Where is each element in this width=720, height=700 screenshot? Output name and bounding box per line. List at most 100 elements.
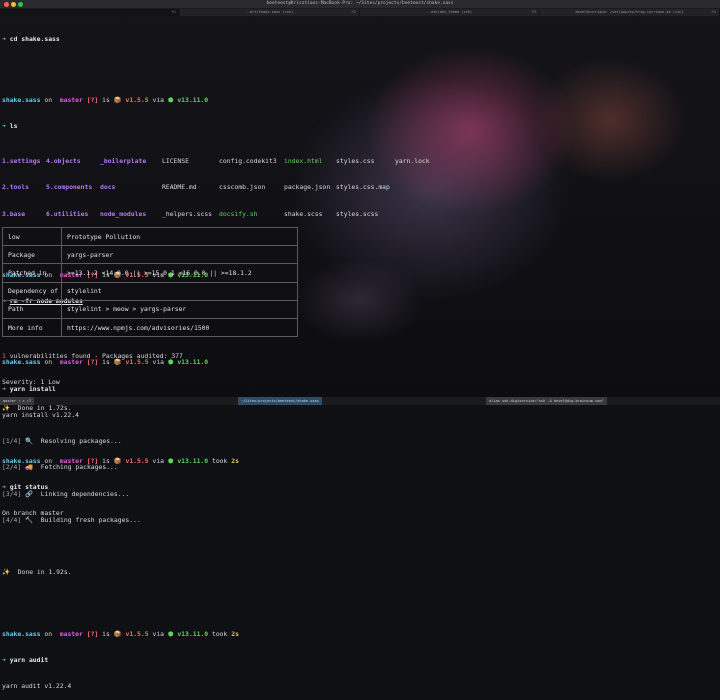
command-text: yarn audit — [9, 655, 49, 664]
prompt-word: is — [102, 95, 110, 104]
package-version: v1.5.5 — [125, 629, 149, 638]
ls-entry: _boilerplate — [100, 157, 147, 165]
ls-entry: 2.tools — [2, 183, 29, 192]
prompt-word: on — [44, 629, 53, 638]
package-version: v1.5.5 — [125, 95, 149, 104]
tab-label: ..ert/shake.sass (zsh) — [245, 10, 294, 14]
done-line: ✨ Done in 1.92s. — [2, 568, 718, 577]
severity-value: 1 Low — [40, 377, 60, 386]
ls-entry: 1.settings — [2, 157, 41, 165]
table-row: Package yargs-parser — [2, 245, 298, 265]
prompt-line: shake.sass on master [?] is 📦 v1.5.5 via… — [2, 457, 718, 466]
prompt-arrow-icon: ➜ — [2, 34, 6, 43]
ls-entry: styles.scss — [336, 209, 379, 218]
done-text: Done in 1.92s. — [17, 568, 72, 577]
command-text: ls — [9, 122, 18, 130]
node-version: v13.11.0 — [177, 456, 209, 465]
table-cell-value: >=13.1.2 <14.0.0 || >=15.0.1 <16.0.0 || … — [61, 263, 298, 283]
prompt-word: took — [211, 629, 228, 638]
table-row: Path stylelint > meow > yargs-parser — [2, 299, 298, 319]
prompt-dir: shake.sass — [2, 629, 41, 638]
tab-3[interactable]: ..esh/dev_theme (zsh) ⌘3 — [360, 9, 540, 16]
ls-entry: 3.base — [2, 209, 26, 218]
summary-text: vulnerabilities found - Packages audited… — [9, 351, 183, 360]
prompt-dir: shake.sass — [2, 456, 41, 465]
severity-line: Severity: 1 Low — [2, 378, 718, 387]
status-current-path[interactable]: ~/Sites/projects/beeteest/shake.sass — [238, 397, 322, 405]
node-icon: ⬢ — [167, 95, 174, 104]
ls-entry: styles.css — [336, 157, 375, 165]
tab-4[interactable]: devel@curriquo: /var/www/ez/trap.curriqu… — [540, 9, 720, 16]
terminal-output-tail[interactable]: 1 vulnerabilities found - Packages audit… — [2, 334, 718, 527]
prompt-line: shake.sass on master [?] is 📦 v1.5.5 via… — [2, 630, 718, 639]
tab-1[interactable]: ⌘1 — [0, 9, 180, 16]
tab-shortcut: ⌘4 — [711, 10, 716, 14]
table-cell-value: stylelint — [61, 281, 298, 301]
table-cell-key: Path — [2, 299, 62, 319]
command-text: git status — [9, 482, 49, 491]
ls-entry: package.json — [284, 183, 331, 192]
prompt-arrow-icon: ➜ — [2, 122, 6, 130]
git-status: [?] — [86, 456, 99, 465]
tab-shortcut: ⌘3 — [531, 10, 536, 14]
prompt-arrow-icon: ➜ — [2, 655, 6, 664]
prompt-branch: master — [59, 456, 83, 465]
tab-label: ..esh/dev_theme (zsh) — [426, 10, 473, 14]
prompt-word: via — [152, 629, 165, 638]
window-titlebar: beeteest@Krisztians-MacBook-Pro: ~/Sites… — [0, 0, 720, 9]
ls-entry: node_modules — [100, 209, 147, 218]
ls-output-row: 2.tools 5.components docs README.md cssc… — [2, 183, 718, 192]
package-icon: 📦 — [113, 629, 122, 638]
ls-entry: 6.utilities — [46, 209, 89, 218]
command-line: ➜ git status — [2, 483, 718, 492]
package-version: v1.5.5 — [125, 456, 149, 465]
ls-entry: _helpers.scss — [162, 209, 213, 218]
window-title: beeteest@Krisztians-MacBook-Pro: ~/Sites… — [266, 1, 454, 6]
prompt-word: on — [44, 456, 53, 465]
ls-entry: LICENSE — [162, 157, 189, 165]
prompt-branch: master — [59, 95, 83, 104]
tab-2[interactable]: ..ert/shake.sass (zsh) ⌘2 — [180, 9, 360, 16]
command-line: ➜ ls — [2, 122, 718, 131]
package-icon: 📦 — [113, 95, 122, 104]
tab-label: devel@curriquo: /var/www/ez/trap.curriqu… — [575, 10, 684, 14]
status-bar: master ↑ × ↑7 ~/Sites/projects/beeteest/… — [0, 397, 720, 405]
git-branch-line: On branch master — [2, 509, 64, 517]
table-row: low Prototype Pollution — [2, 226, 298, 247]
table-row: Dependency of stylelint — [2, 281, 298, 301]
ls-entry: index.html — [284, 157, 323, 165]
command-line: ➜ cd shake.sass — [2, 35, 718, 44]
node-icon: ⬢ — [167, 456, 174, 465]
package-icon: 📦 — [113, 456, 122, 465]
ls-entry: 5.components — [46, 183, 93, 192]
node-version: v13.11.0 — [177, 629, 209, 638]
audit-summary: 1 vulnerabilities found - Packages audit… — [2, 352, 718, 361]
status-git-branch[interactable]: master ↑ × ↑7 — [0, 397, 35, 405]
prompt-dir: shake.sass — [2, 95, 41, 104]
table-cell-key: Package — [2, 245, 62, 265]
tab-shortcut: ⌘2 — [351, 10, 356, 14]
table-cell-value: Prototype Pollution — [61, 226, 298, 247]
ls-entry: styles.css.map — [336, 183, 390, 192]
prompt-word: is — [102, 629, 110, 638]
status-ssh-hint[interactable]: alias ssh-digiservice="ssh -A devel@dig.… — [486, 397, 607, 405]
ls-entry: csscomb.json — [219, 183, 266, 192]
ls-entry: config.codekit3 — [219, 157, 277, 165]
ls-output-row: 3.base 6.utilities node_modules _helpers… — [2, 210, 718, 219]
table-row: Patched in >=13.1.2 <14.0.0 || >=15.0.1 <… — [2, 263, 298, 283]
ls-output-row: 1.settings 4.objects _boilerplate LICENS… — [2, 157, 718, 166]
table-cell-key: low — [2, 226, 62, 247]
sparkles-icon: ✨ — [2, 568, 10, 577]
table-cell-value: yargs-parser — [61, 245, 298, 265]
prompt-line: shake.sass on master [?] is 📦 v1.5.5 via… — [2, 96, 718, 105]
ls-entry: docs — [100, 183, 116, 192]
prompt-word: on — [44, 95, 53, 104]
ls-entry: yarn.lock — [395, 157, 430, 165]
tab-shortcut: ⌘1 — [171, 10, 176, 14]
table-cell-value: stylelint > meow > yargs-parser — [61, 299, 298, 319]
ls-entry: shake.scss — [284, 209, 323, 218]
